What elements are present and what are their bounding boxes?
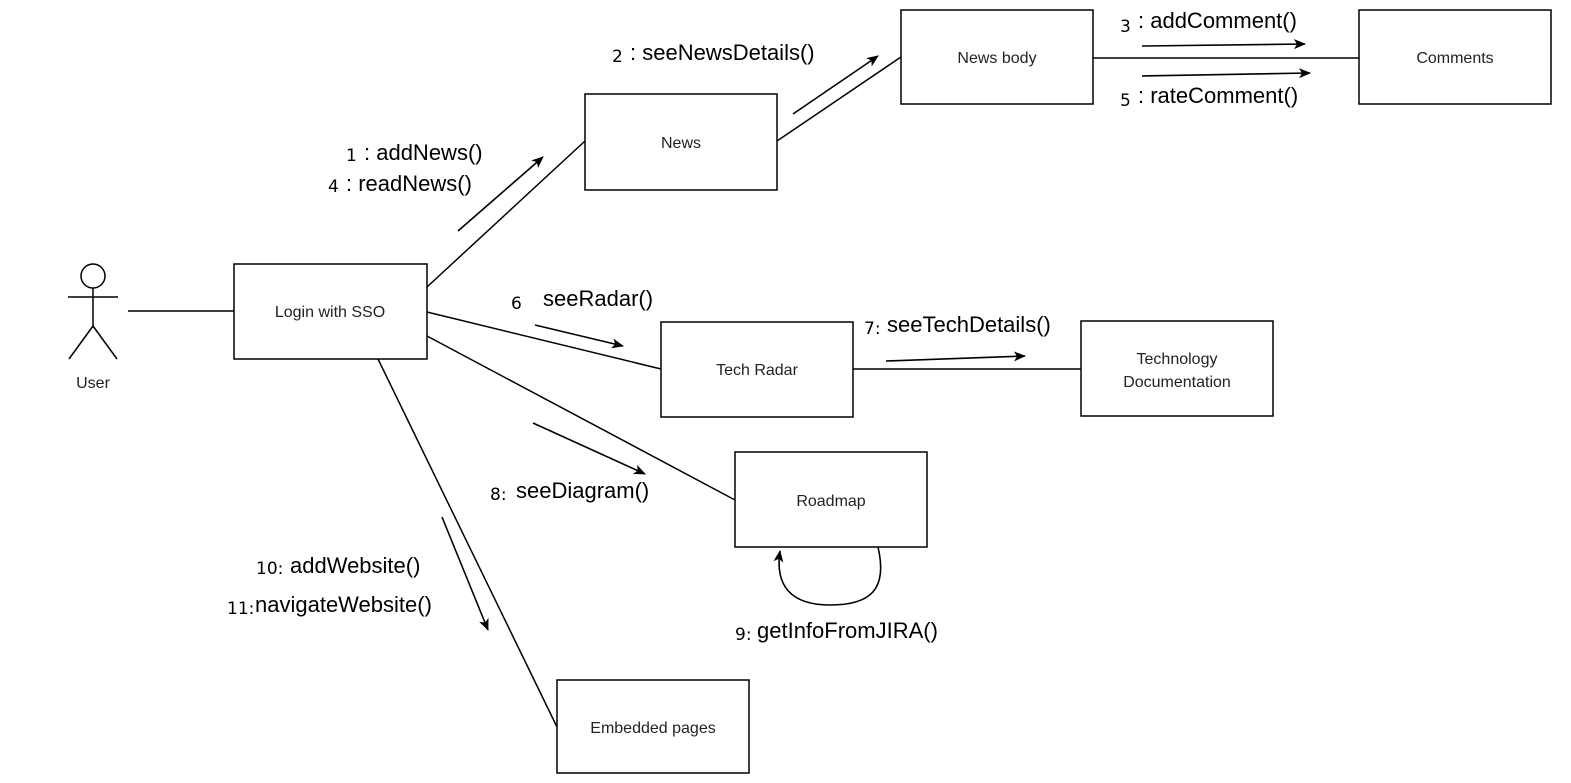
object-label: News body — [957, 50, 1036, 67]
msg-number: 7: — [864, 319, 881, 339]
object-label: Documentation — [1123, 374, 1231, 391]
object-embedded-pages: Embedded pages — [556, 679, 750, 774]
object-tech-radar: Tech Radar — [660, 321, 854, 418]
arrow-m7 — [885, 351, 1026, 362]
msg-number: 2 — [612, 47, 623, 67]
object-label: Comments — [1416, 50, 1493, 67]
actor-head-icon — [80, 263, 106, 289]
object-label: Login with SSO — [275, 304, 385, 321]
arrow-m3 — [1141, 39, 1306, 50]
msg-label: getInfoFromJIRA() — [757, 618, 938, 643]
object-roadmap: Roadmap — [734, 451, 928, 548]
msg-label: addWebsite() — [290, 553, 420, 578]
object-tech-documentation: Technology Documentation — [1080, 320, 1274, 417]
arrow-m10-m11 — [441, 516, 489, 631]
msg-number: 9: — [735, 625, 752, 645]
link-login-embedded — [377, 358, 558, 728]
object-label: Tech Radar — [716, 362, 798, 379]
user-actor: User — [68, 263, 118, 392]
msg-number: 8: — [490, 485, 507, 505]
msg-number: 11: — [227, 599, 254, 619]
arrow-m5 — [1141, 68, 1311, 79]
msg-label: : addNews() — [364, 140, 483, 165]
msg-label: : rateComment() — [1138, 83, 1298, 108]
msg-number: 6 — [511, 294, 522, 314]
object-label: Embedded pages — [590, 720, 715, 737]
msg-number: 5 — [1120, 91, 1131, 111]
link-news-newsbody — [776, 56, 902, 142]
object-label: News — [661, 135, 701, 152]
msg-number: 1 — [346, 146, 357, 166]
msg-label: seeDiagram() — [516, 478, 649, 503]
msg-label: : addComment() — [1138, 8, 1297, 33]
object-comments: Comments — [1358, 9, 1552, 105]
msg-label: seeTechDetails() — [887, 312, 1051, 337]
msg-label: seeRadar() — [543, 286, 653, 311]
communication-diagram: User Login with SSO News News body Comme… — [68, 8, 1552, 774]
link-login-techradar — [426, 311, 662, 370]
msg-label: : readNews() — [346, 171, 472, 196]
arrow-m6 — [534, 324, 624, 349]
object-login: Login with SSO — [233, 263, 428, 360]
msg-number: 4 — [328, 177, 339, 197]
object-news: News — [584, 93, 778, 191]
self-loop-roadmap — [773, 546, 882, 606]
object-news-body: News body — [900, 9, 1094, 105]
arrow-m8 — [532, 422, 646, 475]
msg-number: 10: — [256, 559, 283, 579]
object-label: Roadmap — [796, 493, 865, 510]
msg-number: 3 — [1120, 17, 1131, 37]
msg-label: : seeNewsDetails() — [630, 40, 815, 65]
msg-label: navigateWebsite() — [255, 592, 432, 617]
actor-label: User — [76, 375, 110, 392]
object-label: Technology — [1137, 351, 1218, 368]
